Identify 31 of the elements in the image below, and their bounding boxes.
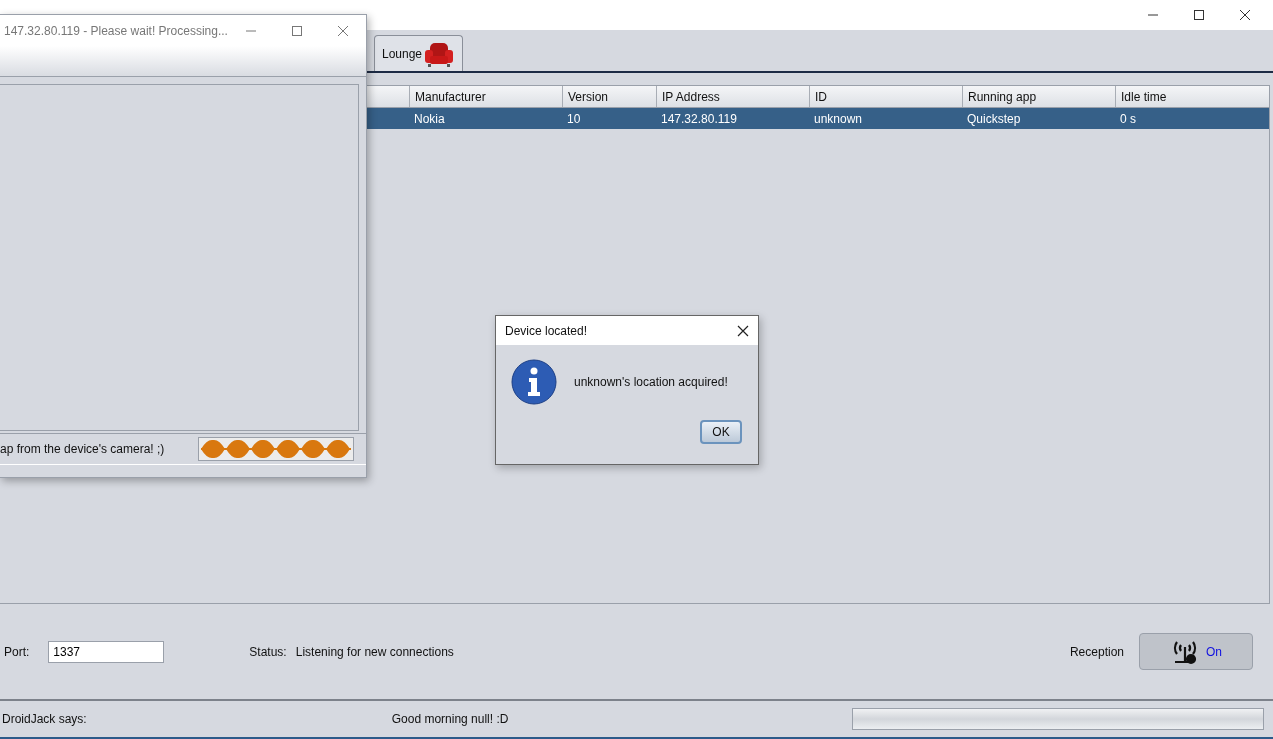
table-cell-text: 10 [566,111,582,128]
status-bar-label: DroidJack says: [2,712,87,726]
table-cell-text: Quickstep [966,111,1022,128]
table-row[interactable]: Nokia 10 147.32.80.119 unknown Quickstep 0 s [367,108,1269,129]
window-title: 147.32.80.119 - Please wait! Processing... [4,23,228,38]
info-icon [511,359,557,405]
dialog-message: unknown's location acquired! [574,375,728,389]
column-header[interactable]: ID [809,86,962,107]
column-header[interactable]: IP Address [656,86,809,107]
port-label: Port: [4,644,30,659]
close-icon[interactable] [737,324,749,337]
column-header[interactable]: Idle time [1115,86,1269,107]
port-field[interactable]: 1337 [48,640,165,663]
column-header[interactable]: Version [562,86,656,107]
table-cell-text: Nokia [413,111,446,128]
table-cell-text: 147.32.80.119 [660,111,738,128]
maximize-icon[interactable] [1193,9,1205,21]
dialog-title: Device located! [505,323,588,338]
reception-label: Reception [1069,644,1124,659]
close-icon[interactable] [1239,9,1251,21]
status-text: Listening for new connections [295,644,454,659]
camera-message: ap from the device's camera! ;) [0,442,165,456]
status-bar-message: Good morning null! :D [391,712,509,726]
ok-button[interactable]: OK [700,420,742,444]
reception-toggle[interactable]: On [1139,633,1253,670]
tab[interactable]: Lounge [374,35,464,71]
status-label: Status: [249,644,287,659]
table-cell-text: unknown [813,111,864,128]
column-header[interactable]: Running app [962,86,1115,107]
column-header[interactable]: Manufacturer [409,86,562,107]
table-cell-text: 0 s [1119,111,1137,128]
